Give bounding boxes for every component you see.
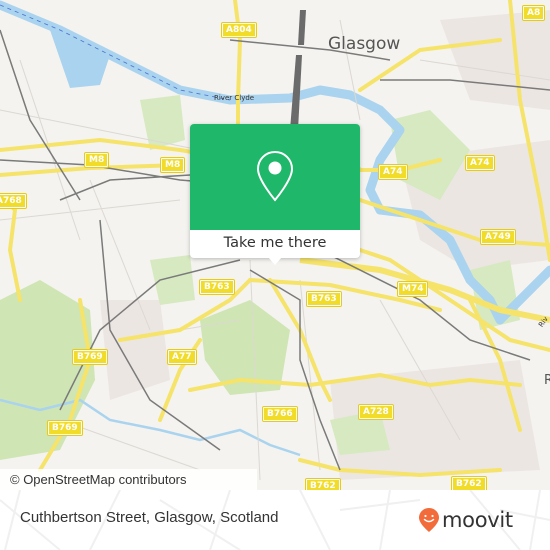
road-shield-b763-east: B763 [306,291,342,307]
road-shield-a77: A77 [167,349,197,365]
road-shield-b762-east: B762 [451,476,487,490]
road-shield-b769-south: B769 [47,420,83,436]
road-shield-a768: A768 [0,193,27,209]
address-label: Cuthbertson Street, Glasgow, Scotland [20,509,279,526]
road-shield-m8-east: M8 [159,157,186,173]
take-me-there-button[interactable]: Take me there [190,230,360,258]
location-popup: Take me there [190,124,360,265]
road-shield-a804: A804 [221,22,257,38]
road-shield-m8-west: M8 [83,152,110,168]
road-shield-a728: A728 [358,404,394,420]
road-shield-a74-west: A74 [378,164,408,180]
city-label-glasgow: Glasgow [328,34,401,54]
road-shield-b766: B766 [262,406,298,422]
map-attribution[interactable]: © OpenStreetMap contributors [0,469,257,490]
map-card: Glasgow River Clyde R Riv A804 A8 M8 M8 … [0,0,550,550]
popup-pointer [268,257,282,265]
road-shield-m74: M74 [396,281,429,297]
moovit-pin-icon [419,508,439,532]
map-pin-icon [256,150,294,202]
road-shield-b762-west: B762 [305,478,341,490]
road-shield-a749: A749 [480,229,516,245]
popup-header[interactable] [190,124,360,230]
road-shield-b763-west: B763 [199,279,235,295]
edge-place-label: R [544,373,550,388]
map-view[interactable]: Glasgow River Clyde R Riv A804 A8 M8 M8 … [0,0,550,490]
road-shield-a8: A8 [521,5,546,21]
footer-bar: Cuthbertson Street, Glasgow, Scotland mo… [0,490,550,550]
road-shield-a74-east: A74 [465,155,495,171]
moovit-wordmark: moovit [442,507,513,532]
road-shield-b769-north: B769 [72,349,108,365]
river-label: River Clyde [214,94,255,102]
moovit-logo[interactable]: moovit [418,505,513,535]
